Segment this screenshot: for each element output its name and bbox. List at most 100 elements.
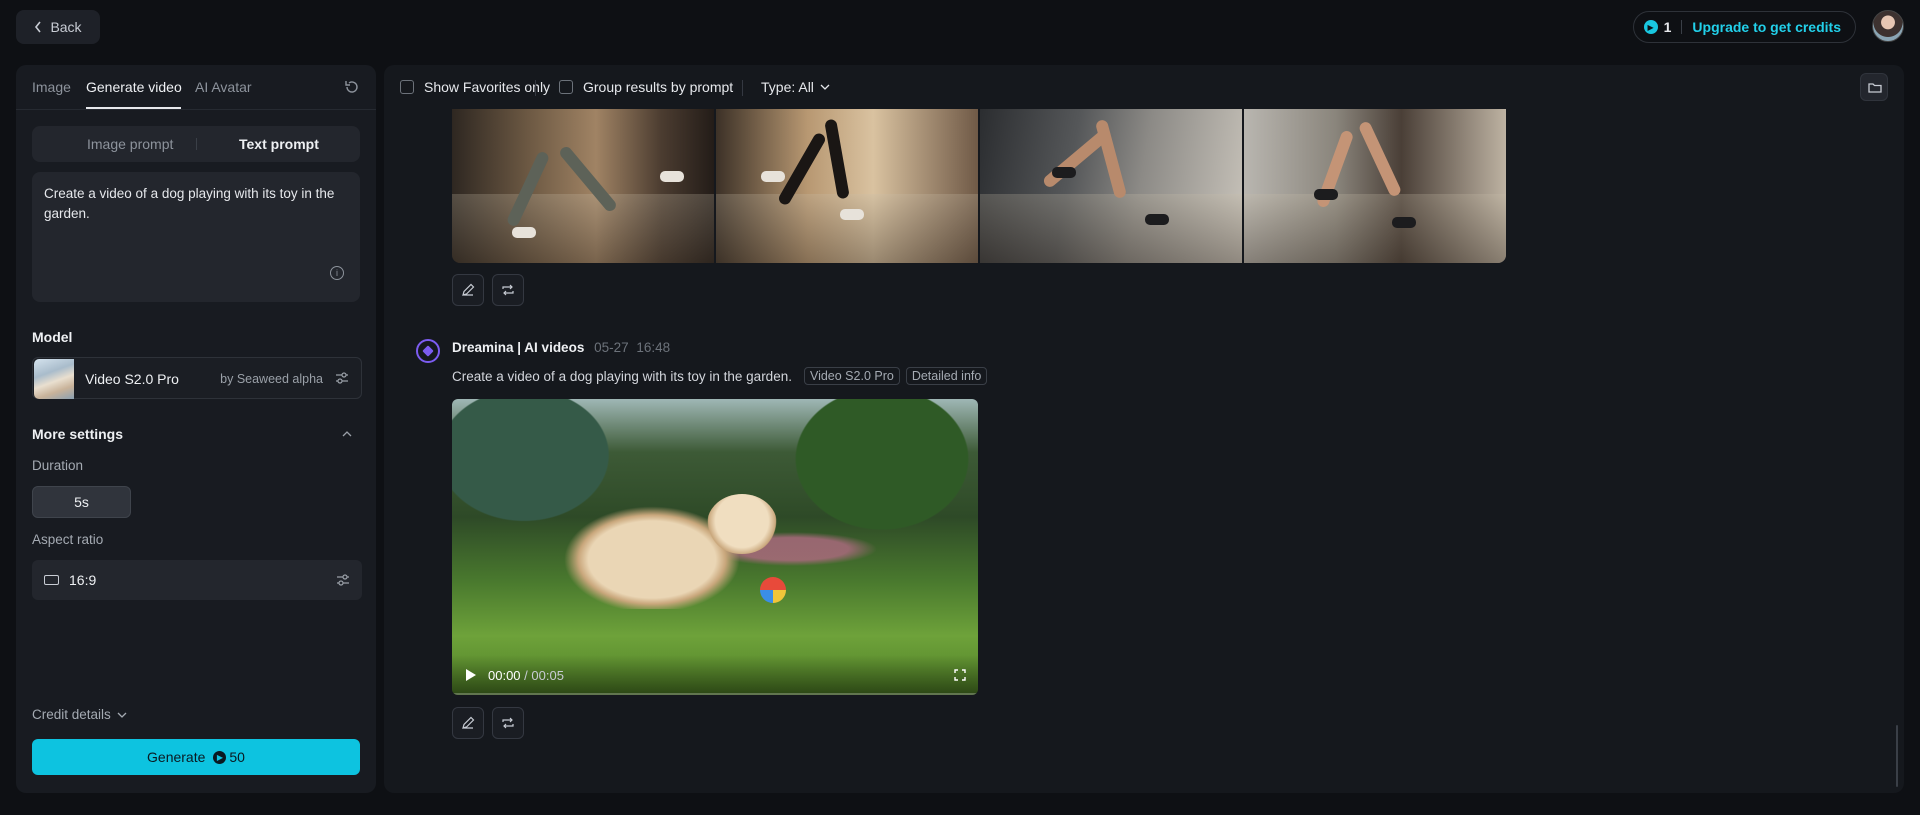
settings-sliders-icon <box>336 372 348 384</box>
edit-button[interactable] <box>452 274 484 306</box>
back-button[interactable]: Back <box>16 10 100 44</box>
repeat-icon <box>502 717 514 729</box>
result-author: Dreamina | AI videos <box>452 340 585 355</box>
video-duration: / 00:05 <box>524 668 564 683</box>
favorites-checkbox[interactable] <box>400 80 414 94</box>
back-label: Back <box>50 19 82 35</box>
prompt-text: Create a video of a dog playing with its… <box>44 186 335 221</box>
video-scene-ball <box>760 577 786 603</box>
image-ground <box>452 193 714 263</box>
result-date: 05-27 <box>594 340 629 355</box>
generate-cost-value: 50 <box>229 749 245 765</box>
credits-count: 1 <box>1663 19 1672 35</box>
play-icon[interactable] <box>466 669 476 681</box>
aspect-ratio-selector[interactable]: 16:9 <box>32 560 362 600</box>
image-shoe <box>660 171 684 182</box>
scrollbar[interactable] <box>1896 725 1898 787</box>
upgrade-link[interactable]: Upgrade to get credits <box>1692 19 1841 35</box>
pencil-icon <box>462 716 475 729</box>
result-time: 16:48 <box>636 340 671 355</box>
regenerate-button[interactable] <box>492 274 524 306</box>
result-prompt-row: Create a video of a dog playing with its… <box>452 367 988 385</box>
edit-button[interactable] <box>452 707 484 739</box>
image-prompt-tab[interactable]: Image prompt <box>87 136 173 152</box>
video-time: 00:00 / 00:05 <box>488 668 564 683</box>
type-filter-value: Type: All <box>761 79 814 95</box>
model-name: Video S2.0 Pro <box>85 371 179 387</box>
aspect-ratio-icon <box>44 575 59 585</box>
info-icon[interactable]: i <box>330 266 344 280</box>
image-shoe <box>1392 217 1416 228</box>
generate-cost: ▶ 50 <box>213 749 245 765</box>
dreamina-logo-icon <box>416 339 440 363</box>
pencil-icon <box>462 283 475 296</box>
image-ground <box>1244 193 1506 263</box>
result-prompt: Create a video of a dog playing with its… <box>452 368 792 384</box>
chevron-left-icon <box>35 21 42 33</box>
model-label: Model <box>32 329 73 345</box>
video-current-time: 00:00 <box>488 668 521 683</box>
model-selector[interactable]: Video S2.0 Pro by Seaweed alpha <box>32 357 362 399</box>
model-provider: by Seaweed alpha <box>220 372 323 386</box>
duration-option[interactable]: 5s <box>32 486 131 518</box>
generate-label: Generate <box>147 749 206 765</box>
aspect-ratio-value: 16:9 <box>69 572 97 588</box>
regenerate-button[interactable] <box>492 707 524 739</box>
video-scene-dog-head <box>707 494 777 554</box>
credits-divider <box>1681 20 1683 34</box>
chevron-up-icon[interactable] <box>342 429 352 439</box>
left-panel: Image Generate video AI Avatar Image pro… <box>16 65 376 793</box>
image-leg <box>1094 118 1128 200</box>
duration-label: Duration <box>32 458 84 473</box>
folder-icon <box>1868 83 1882 93</box>
text-prompt-tab[interactable]: Text prompt <box>239 136 319 152</box>
folder-button[interactable] <box>1860 73 1888 101</box>
user-avatar[interactable] <box>1872 10 1904 42</box>
result-image[interactable] <box>452 109 714 263</box>
tab-image[interactable]: Image <box>32 79 71 95</box>
model-tag[interactable]: Video S2.0 Pro <box>803 367 900 385</box>
repeat-icon <box>502 284 514 296</box>
image-shoe <box>761 171 785 182</box>
credit-coin-icon: ▶ <box>213 750 227 764</box>
model-thumbnail <box>34 359 74 399</box>
video-progress-bar[interactable] <box>452 693 978 695</box>
chevron-down-icon <box>117 712 127 718</box>
aspect-ratio-label: Aspect ratio <box>32 532 104 547</box>
type-filter-dropdown[interactable]: Type: All <box>761 79 830 95</box>
result-image[interactable] <box>980 109 1242 263</box>
credit-details-toggle[interactable]: Credit details <box>32 707 127 722</box>
chevron-down-icon <box>820 84 830 90</box>
image-shoe <box>1145 214 1169 225</box>
group-by-prompt-checkbox[interactable] <box>559 80 573 94</box>
generation-tabs: Image Generate video AI Avatar <box>16 65 376 110</box>
video-result-actions <box>452 707 524 739</box>
tab-ai-avatar[interactable]: AI Avatar <box>195 79 252 95</box>
credit-details-label: Credit details <box>32 707 111 722</box>
image-leg <box>1357 120 1403 198</box>
image-shoe <box>512 227 536 238</box>
detailed-info-tag[interactable]: Detailed info <box>905 367 988 385</box>
favorites-label: Show Favorites only <box>424 79 551 95</box>
toolbar-divider <box>535 80 536 96</box>
image-shoe <box>1052 167 1076 178</box>
credits-pill[interactable]: ▶ 1 Upgrade to get credits <box>1632 11 1856 43</box>
tab-generate-video[interactable]: Generate video <box>86 79 182 95</box>
more-settings-toggle[interactable]: More settings <box>32 426 123 442</box>
image-shoe <box>840 209 864 220</box>
fullscreen-icon[interactable] <box>954 669 966 681</box>
group-by-prompt-label: Group results by prompt <box>583 79 734 95</box>
credit-coin-icon: ▶ <box>1643 20 1658 34</box>
result-image[interactable] <box>1244 109 1506 263</box>
prompt-input[interactable]: Create a video of a dog playing with its… <box>32 172 360 302</box>
image-result-actions <box>452 274 524 306</box>
reset-icon[interactable] <box>344 79 360 95</box>
result-header: Dreamina | AI videos 05-27 16:48 <box>452 340 670 355</box>
prompt-mode-divider <box>196 138 197 150</box>
result-image[interactable] <box>716 109 978 263</box>
results-toolbar: Show Favorites only Group results by pro… <box>384 65 1904 109</box>
video-player[interactable]: 00:00 / 00:05 <box>452 399 978 695</box>
video-scene-tree <box>772 399 978 549</box>
settings-sliders-icon <box>337 574 349 586</box>
generate-button[interactable]: Generate ▶ 50 <box>32 739 360 775</box>
